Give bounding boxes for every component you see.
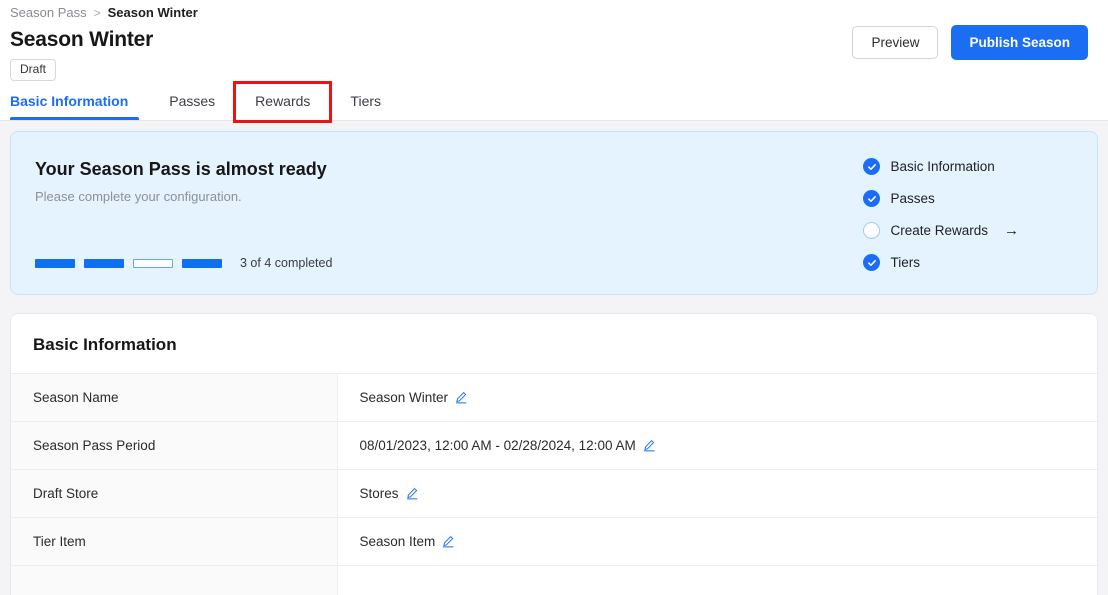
table-row: Season Name Season Winter xyxy=(11,374,1097,422)
tab-rewards[interactable]: Rewards xyxy=(233,81,333,123)
card-header: Basic Information xyxy=(11,314,1097,374)
publish-season-button[interactable]: Publish Season xyxy=(951,25,1088,60)
checklist-item-label: Passes xyxy=(890,191,935,206)
row-label xyxy=(11,565,338,595)
table-row: Tier Item Season Item xyxy=(11,517,1097,566)
progress-segment-4 xyxy=(182,259,222,268)
card-title: Basic Information xyxy=(33,335,177,354)
row-value: Season Winter xyxy=(359,390,449,405)
check-circle-icon xyxy=(863,190,881,207)
checklist-item-label: Tiers xyxy=(890,255,920,270)
checklist-item-tiers[interactable]: Tiers xyxy=(863,254,1019,271)
check-circle-icon xyxy=(863,158,881,175)
row-value: 08/01/2023, 12:00 AM - 02/28/2024, 12:00… xyxy=(359,438,636,453)
main-content: Your Season Pass is almost ready Please … xyxy=(0,121,1108,595)
edit-pencil-icon[interactable] xyxy=(406,487,419,500)
status-badge: Draft xyxy=(10,59,57,81)
empty-circle-icon xyxy=(863,222,881,239)
check-circle-icon xyxy=(863,254,881,271)
setup-checklist: Basic Information Passes Create Rewards … xyxy=(863,158,1019,271)
row-value-cell: 08/01/2023, 12:00 AM - 02/28/2024, 12:00… xyxy=(337,421,1097,470)
tab-tiers[interactable]: Tiers xyxy=(331,84,400,120)
edit-pencil-icon[interactable] xyxy=(643,439,656,452)
progress-label: 3 of 4 completed xyxy=(240,256,333,270)
progress-indicator: 3 of 4 completed xyxy=(35,256,332,271)
page-header: Season Pass > Season Winter Season Winte… xyxy=(0,0,1108,123)
row-value-cell xyxy=(337,565,1097,595)
progress-segment-2 xyxy=(84,259,124,268)
checklist-item-create-rewards[interactable]: Create Rewards → xyxy=(863,222,1019,239)
breadcrumb-current: Season Winter xyxy=(107,5,198,20)
tab-passes[interactable]: Passes xyxy=(150,84,234,120)
row-label: Season Pass Period xyxy=(11,421,338,470)
breadcrumb-separator-icon: > xyxy=(93,6,101,20)
basic-information-table: Season Name Season Winter Season Pass Pe… xyxy=(11,374,1097,595)
preview-button[interactable]: Preview xyxy=(852,26,939,59)
progress-segment-1 xyxy=(35,259,75,268)
checklist-item-basic-information[interactable]: Basic Information xyxy=(863,158,1019,175)
breadcrumb: Season Pass > Season Winter xyxy=(10,0,1088,21)
basic-information-card: Basic Information Season Name Season Win… xyxy=(10,313,1098,595)
checklist-item-label: Create Rewards xyxy=(890,223,988,238)
progress-segment-3 xyxy=(133,259,173,268)
checklist-item-passes[interactable]: Passes xyxy=(863,190,1019,207)
table-row xyxy=(11,565,1097,595)
row-value-cell: Stores xyxy=(337,469,1097,518)
edit-pencil-icon[interactable] xyxy=(455,391,468,404)
row-value-cell: Season Item xyxy=(337,517,1097,566)
arrow-right-icon[interactable]: → xyxy=(1004,223,1019,238)
row-label: Draft Store xyxy=(11,469,338,518)
row-label: Season Name xyxy=(11,374,338,422)
row-value: Stores xyxy=(359,486,399,501)
edit-pencil-icon[interactable] xyxy=(442,535,455,548)
breadcrumb-root-link[interactable]: Season Pass xyxy=(10,5,87,21)
row-label: Tier Item xyxy=(11,517,338,566)
onboarding-banner: Your Season Pass is almost ready Please … xyxy=(10,131,1098,295)
row-value-cell: Season Winter xyxy=(337,374,1097,422)
checklist-item-label: Basic Information xyxy=(890,159,995,174)
table-row: Season Pass Period 08/01/2023, 12:00 AM … xyxy=(11,421,1097,470)
row-value: Season Item xyxy=(359,534,436,549)
tab-basic-information[interactable]: Basic Information xyxy=(10,84,150,120)
tab-bar: Basic Information Passes Rewards Tiers xyxy=(10,81,400,123)
table-row: Draft Store Stores xyxy=(11,469,1097,518)
header-actions: Preview Publish Season xyxy=(852,25,1088,60)
